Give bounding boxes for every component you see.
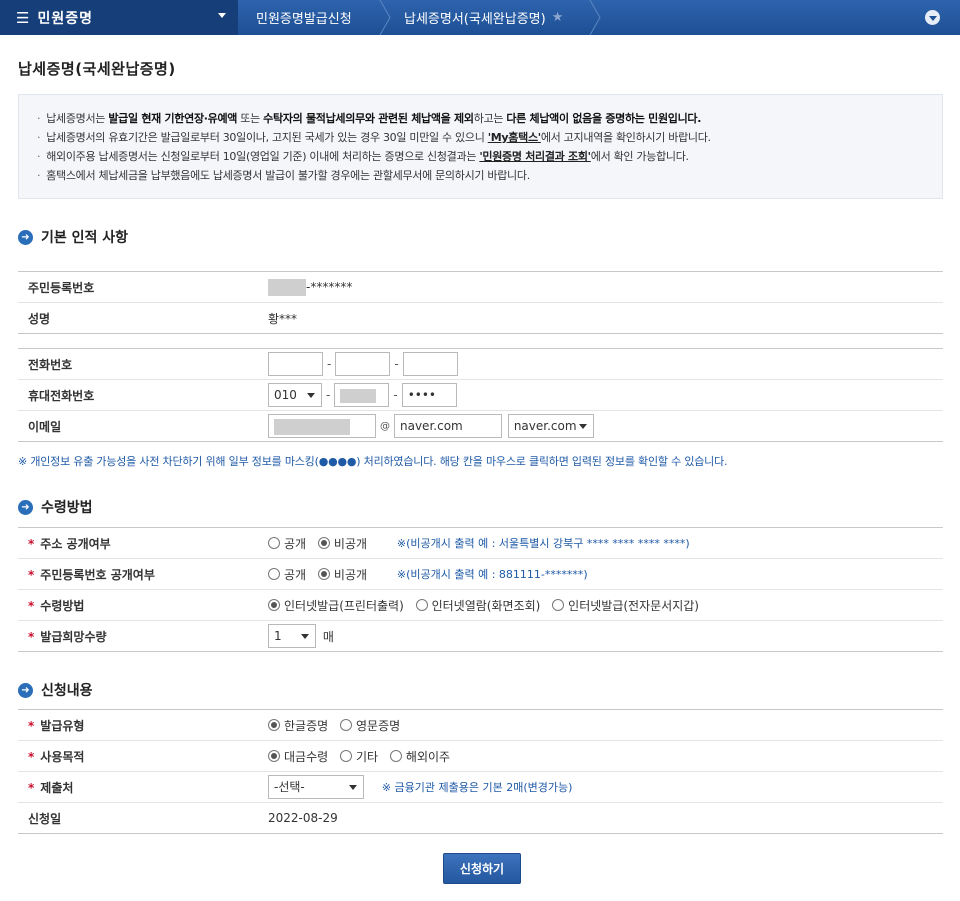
rrn-disclosure-value: 공개 비공개 ※(비공개시 출력 예 : 881111-*******) (258, 558, 943, 590)
table-row: * 수령방법 인터넷발급(프린터출력) 인터넷열람(화면조회) 인터넷발급(전자문… (18, 589, 943, 621)
contact-table: 전화번호 -- 휴대전화번호 010- - •••• 이메일 @ naver.com … (18, 348, 943, 442)
menu-title: 민원증명 (37, 10, 93, 27)
notice-line-4: 홈택스에서 체납세금을 납부했음에도 납세증명서 발급이 불가할 경우에는 관할… (37, 166, 942, 185)
table-row: * 제출처 -선택- ※ 금융기관 제출용은 기본 2매(변경가능) (18, 771, 943, 803)
hamburger-icon: ☰ (16, 8, 30, 27)
table-row: * 사용목적 대금수령 기타 해외이주 (18, 740, 943, 772)
result-inquiry-link[interactable]: '민원증명 처리결과 조회' (479, 150, 591, 163)
type-korean-radio[interactable]: 한글증명 (268, 717, 328, 734)
basic-info-table: 주민등록번호 -******* 성명 황*** (18, 271, 943, 334)
page-title: 납세증명(국세완납증명) (18, 60, 176, 78)
purpose-label: * 사용목적 (18, 740, 258, 772)
destination-select[interactable]: -선택- (268, 775, 364, 799)
mobile-value: 010- - •••• (258, 379, 943, 411)
method-print-radio[interactable]: 인터넷발급(프린터출력) (268, 597, 404, 614)
address-disclosure-value: 공개 비공개 ※(비공개시 출력 예 : 서울특별시 강북구 **** ****… (258, 527, 943, 559)
notice-line-1: 납세증명서는 발급일 현재 기한연장·유예액 또는 수탁자의 물적납세의무와 관… (37, 109, 942, 128)
quantity-label: * 발급희망수량 (18, 620, 258, 652)
table-row: 이메일 @ naver.com naver.com (18, 410, 943, 442)
phone-value: -- (258, 348, 943, 380)
masked-block (268, 278, 306, 296)
issue-type-value: 한글증명 영문증명 (258, 709, 943, 741)
top-nav-bar: ☰ 민원증명 민원증명발급신청 납세증명서(국세완납증명) ★ (0, 0, 960, 35)
breadcrumb-item-apply[interactable]: 민원증명발급신청 (238, 0, 391, 35)
type-english-radio[interactable]: 영문증명 (340, 717, 400, 734)
arrow-circle-icon: ➜ (18, 682, 33, 698)
rrn-closed-radio[interactable]: 비공개 (317, 566, 367, 583)
address-open-radio[interactable]: 공개 (268, 535, 306, 552)
expand-circle-icon[interactable] (925, 10, 940, 25)
phone-field-3[interactable] (402, 352, 458, 376)
apply-date-label: 신청일 (18, 802, 258, 834)
address-hint: ※(비공개시 출력 예 : 서울특별시 강북구 **** **** **** *… (396, 537, 690, 550)
email-label: 이메일 (18, 410, 258, 442)
notice-line-2: 납세증명서의 유효기간은 발급일로부터 30일이나, 고지된 국세가 있는 경우… (37, 128, 942, 147)
table-row: 휴대전화번호 010- - •••• (18, 379, 943, 411)
table-row: * 발급유형 한글증명 영문증명 (18, 709, 943, 741)
address-closed-radio[interactable]: 비공개 (317, 535, 367, 552)
submit-button[interactable]: 신청하기 (443, 853, 521, 884)
apply-date-value: 2022-08-29 (258, 802, 943, 834)
destination-label: * 제출처 (18, 771, 258, 803)
rrn-disclosure-label: * 주민등록번호 공개여부 (18, 558, 258, 590)
email-value: @ naver.com naver.com (258, 410, 943, 442)
email-domain-select[interactable]: naver.com (507, 414, 594, 438)
table-row: 주민등록번호 -******* (18, 271, 943, 303)
destination-value: -선택- ※ 금융기관 제출용은 기본 2매(변경가능) (258, 771, 943, 803)
method-wallet-radio[interactable]: 인터넷발급(전자문서지갑) (552, 597, 699, 614)
notice-box: 납세증명서는 발급일 현재 기한연장·유예액 또는 수탁자의 물적납세의무와 관… (18, 94, 943, 199)
breadcrumb-item-current[interactable]: 납세증명서(국세완납증명) ★ (386, 0, 601, 35)
caret-down-icon (218, 13, 226, 18)
purpose-payment-radio[interactable]: 대금수령 (268, 748, 328, 765)
application-table: * 발급유형 한글증명 영문증명 * 사용목적 대금수령 기타 해외이주 * 제출처 … (18, 709, 943, 834)
quantity-value: 1 매 (258, 620, 943, 652)
quantity-unit: 매 (322, 629, 334, 644)
masking-note: ※ 개인정보 유출 가능성을 사전 차단하기 위해 일부 정보를 마스킹(●●●… (18, 455, 728, 468)
breadcrumb-label: 납세증명서(국세완납증명) (404, 12, 546, 27)
my-hometax-link[interactable]: 'My홈택스' (488, 131, 541, 144)
breadcrumb-separator-icon (589, 0, 601, 35)
purpose-value: 대금수령 기타 해외이주 (258, 740, 943, 772)
table-row: 성명 황*** (18, 302, 943, 334)
quantity-select[interactable]: 1 (268, 624, 316, 648)
rrn-hint: ※(비공개시 출력 예 : 881111-*******) (396, 568, 588, 581)
purpose-emigration-radio[interactable]: 해외이주 (389, 748, 450, 765)
receive-method-table: * 주소 공개여부 공개 비공개 ※(비공개시 출력 예 : 서울특별시 강북구 … (18, 527, 943, 652)
purpose-other-radio[interactable]: 기타 (340, 748, 378, 765)
table-row: * 주민등록번호 공개여부 공개 비공개 ※(비공개시 출력 예 : 881111… (18, 558, 943, 590)
receive-method-value: 인터넷발급(프린터출력) 인터넷열람(화면조회) 인터넷발급(전자문서지갑) (258, 589, 943, 621)
address-disclosure-label: * 주소 공개여부 (18, 527, 258, 559)
rrn-open-radio[interactable]: 공개 (268, 566, 306, 583)
table-row: 신청일 2022-08-29 (18, 802, 943, 834)
mobile-field-2[interactable] (334, 383, 390, 407)
arrow-circle-icon: ➜ (18, 499, 33, 515)
table-row: * 주소 공개여부 공개 비공개 ※(비공개시 출력 예 : 서울특별시 강북구 … (18, 527, 943, 559)
mobile-field-3[interactable]: •••• (401, 383, 457, 407)
mobile-label: 휴대전화번호 (18, 379, 258, 411)
name-label: 성명 (18, 302, 258, 334)
star-icon[interactable]: ★ (552, 10, 564, 25)
method-view-radio[interactable]: 인터넷열람(화면조회) (415, 597, 540, 614)
arrow-circle-icon: ➜ (18, 229, 33, 245)
phone-label: 전화번호 (18, 348, 258, 380)
phone-field-1[interactable] (268, 352, 323, 376)
section-heading-basic-info: ➜ 기본 인적 사항 (18, 227, 128, 247)
email-domain-field[interactable]: naver.com (394, 414, 502, 438)
destination-hint: ※ 금융기관 제출용은 기본 2매(변경가능) (381, 781, 573, 794)
name-value: 황*** (258, 302, 943, 334)
receive-method-label: * 수령방법 (18, 589, 258, 621)
phone-field-2[interactable] (335, 352, 391, 376)
notice-line-3: 해외이주용 납세증명서는 신청일로부터 10일(영업일 기준) 이내에 처리하는… (37, 147, 942, 166)
table-row: * 발급희망수량 1 매 (18, 620, 943, 652)
menu-dropdown[interactable]: ☰ 민원증명 (0, 0, 238, 35)
table-row: 전화번호 -- (18, 348, 943, 380)
rrn-value: -******* (258, 271, 943, 303)
rrn-label: 주민등록번호 (18, 271, 258, 303)
breadcrumb-label: 민원증명발급신청 (256, 12, 352, 27)
section-heading-receive-method: ➜ 수령방법 (18, 497, 93, 517)
email-id-field[interactable] (268, 414, 376, 438)
section-heading-application: ➜ 신청내용 (18, 680, 93, 700)
mobile-prefix-select[interactable]: 010 (268, 383, 322, 407)
issue-type-label: * 발급유형 (18, 709, 258, 741)
